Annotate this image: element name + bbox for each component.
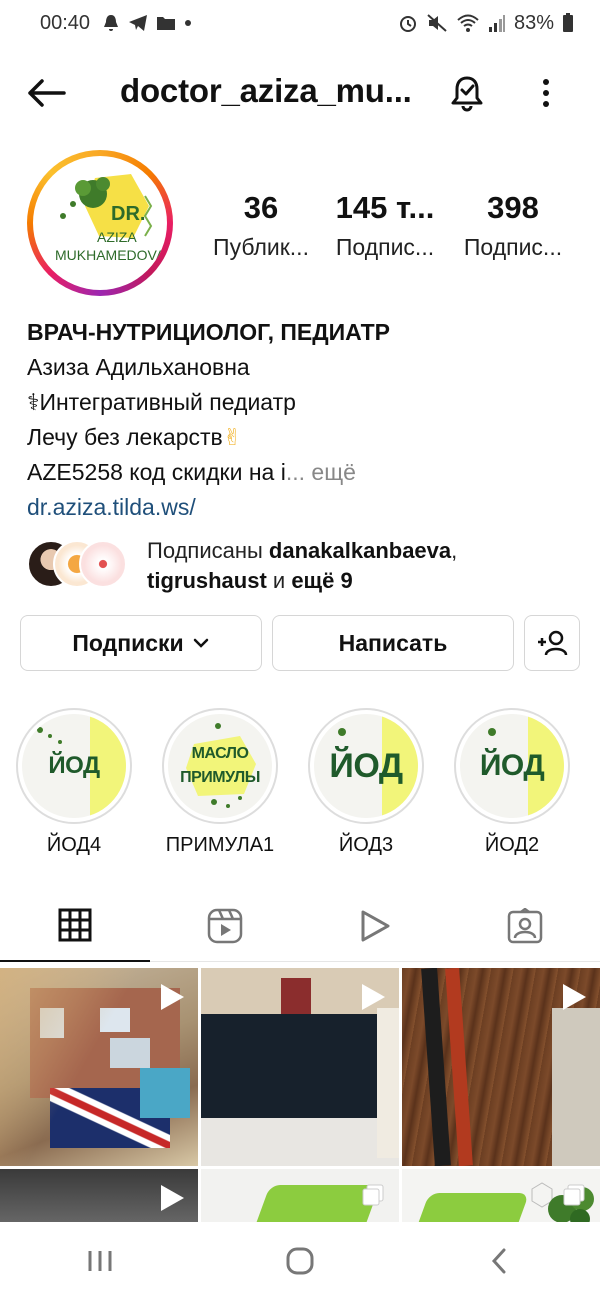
- broccoli-image: [531, 1182, 594, 1226]
- message-button[interactable]: Написать: [272, 615, 514, 671]
- system-nav-bar: [0, 1222, 600, 1299]
- video-icon: [361, 910, 390, 942]
- reels-icon: [207, 908, 243, 944]
- back-arrow-icon[interactable]: [26, 77, 66, 109]
- svg-text:MUKHAMEDOVA: MUKHAMEDOVA: [55, 247, 166, 263]
- recent-apps-icon[interactable]: [85, 1247, 115, 1275]
- home-icon[interactable]: [285, 1246, 315, 1276]
- highlight-label: ЙОД4: [46, 834, 102, 856]
- post-thumbnail[interactable]: [201, 968, 399, 1166]
- tagged-icon: [507, 908, 543, 944]
- bio-title: ВРАЧ-НУТРИЦИОЛОГ, ПЕДИАТР: [27, 319, 390, 345]
- mutual-more[interactable]: ещё 9: [291, 568, 352, 593]
- following-button[interactable]: Подписки: [20, 615, 262, 671]
- back-nav-icon[interactable]: [485, 1246, 515, 1276]
- stat-following[interactable]: 398 Подпис...: [458, 190, 568, 261]
- post-thumbnail[interactable]: [402, 968, 600, 1166]
- post-thumbnail[interactable]: [201, 1169, 399, 1226]
- battery-icon: [563, 13, 573, 32]
- reel-play-icon: [563, 984, 586, 1010]
- dots-decoration: [488, 728, 496, 736]
- mutual-followers[interactable]: Подписаны danakalkanbaeva, tigrushaust и…: [27, 536, 587, 596]
- svg-text:AZIZA: AZIZA: [97, 229, 137, 245]
- status-time: 00:40: [40, 11, 91, 34]
- profile-tabs: [0, 890, 600, 962]
- grid-icon: [58, 908, 92, 942]
- add-user-icon: [538, 630, 568, 656]
- highlight-iod3[interactable]: ЙОД ЙОД3: [308, 708, 424, 857]
- signal-icon: [488, 15, 505, 32]
- posts-grid: [0, 966, 600, 1226]
- post-thumbnail[interactable]: [0, 968, 198, 1166]
- carousel-icon: [563, 1184, 585, 1206]
- tab-tagged[interactable]: [450, 890, 600, 962]
- carousel-icon: [362, 1184, 384, 1206]
- dot-icon: [185, 20, 192, 26]
- dots-decoration: [37, 727, 62, 744]
- highlight-iod2[interactable]: ЙОД ЙОД2: [454, 708, 570, 857]
- post-thumbnail[interactable]: [402, 1169, 600, 1226]
- status-bar: 00:40 83%: [0, 0, 600, 46]
- bio-line: Интегративный педиатр: [39, 389, 296, 415]
- mute-icon: [427, 14, 447, 32]
- monitor-image: [201, 1014, 381, 1124]
- chevron-down-icon: [193, 638, 208, 648]
- highlight-label: ПРИМУЛА1: [165, 834, 275, 856]
- more-options-icon[interactable]: [534, 74, 558, 112]
- tab-video[interactable]: [300, 890, 450, 962]
- stat-posts[interactable]: 36 Публик...: [206, 190, 316, 261]
- post-thumbnail[interactable]: [0, 1169, 198, 1226]
- alarm-icon: [399, 16, 416, 32]
- tab-grid[interactable]: [0, 890, 150, 962]
- highlight-primula1[interactable]: МАСЛО ПРИМУЛЫ ПРИМУЛА1: [162, 708, 278, 857]
- bio-name: Азиза Адильхановна: [27, 354, 250, 380]
- profile-bio: ВРАЧ-НУТРИЦИОЛОГ, ПЕДИАТР Азиза Адильхан…: [27, 315, 587, 525]
- ok-hand-icon: ✌: [222, 424, 243, 450]
- telegram-icon: [129, 15, 148, 31]
- profile-stats: 36 Публик... 145 т... Подпис... 398 Подп…: [196, 190, 600, 270]
- mutual-user-1[interactable]: danakalkanbaeva: [269, 538, 451, 563]
- profile-header: doctor_aziza_mu...: [0, 60, 600, 126]
- highlight-label: ЙОД3: [338, 834, 394, 856]
- bio-line: Лечу без лекарств: [27, 424, 223, 450]
- bio-website-link[interactable]: dr.aziza.tilda.ws/: [27, 490, 587, 525]
- folder-icon: [157, 17, 176, 30]
- highlight-iod4[interactable]: ЙОД ЙОД4: [16, 708, 132, 857]
- stat-followers[interactable]: 145 т... Подпис...: [330, 190, 440, 261]
- add-user-button[interactable]: [524, 615, 580, 671]
- svg-text:DR.: DR.: [111, 203, 145, 225]
- avatar-logo: DR. AZIZA MUKHAMEDOVA: [55, 174, 166, 263]
- notification-icon: [104, 15, 119, 31]
- reel-play-icon: [161, 984, 184, 1010]
- reel-play-icon: [161, 1185, 184, 1211]
- dots-decoration: [338, 728, 346, 736]
- profile-username[interactable]: doctor_aziza_mu...: [120, 72, 412, 110]
- reel-play-icon: [362, 984, 385, 1010]
- battery-percent: 83%: [513, 11, 554, 34]
- wifi-icon: [457, 14, 479, 32]
- profile-avatar[interactable]: DR. AZIZA MUKHAMEDOVA: [33, 156, 167, 290]
- highlight-label: ЙОД2: [484, 834, 540, 856]
- notification-bell-icon[interactable]: [448, 74, 486, 112]
- tab-reels[interactable]: [150, 890, 300, 962]
- bio-line: AZE5258 код скидки на i: [27, 459, 286, 485]
- mutual-user-2[interactable]: tigrushaust: [147, 568, 267, 593]
- bio-more-link[interactable]: ... ещё: [286, 459, 356, 485]
- stethoscope-icon: ⚕: [27, 389, 40, 415]
- follower-avatar: [79, 540, 127, 588]
